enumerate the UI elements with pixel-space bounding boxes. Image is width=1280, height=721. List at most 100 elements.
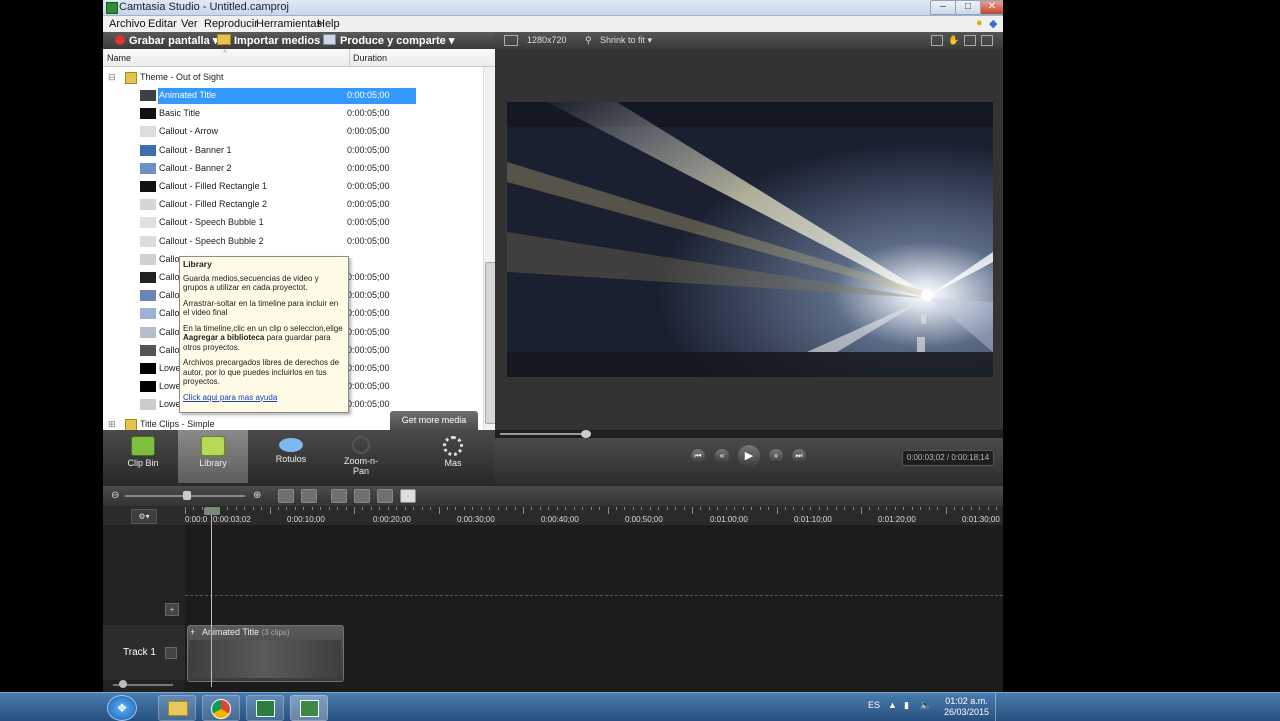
system-clock[interactable]: 01:02 a.m. 26/03/2015 — [944, 696, 989, 718]
zoom-fit-select[interactable]: Shrink to fit ▾ — [600, 35, 652, 46]
crop-icon[interactable] — [931, 35, 943, 46]
item-duration: 0:00:05;00 — [347, 399, 390, 410]
redo-icon[interactable] — [301, 489, 317, 503]
item-thumbnail-icon — [140, 162, 156, 174]
track-height-handle[interactable] — [119, 680, 127, 688]
library-item[interactable]: Callout - Banner 2 0:00:05;00 — [103, 160, 483, 178]
record-screen-button[interactable]: Grabar pantalla ▾ — [115, 34, 218, 47]
tooltip-help-link[interactable]: Click aqui para mas ayuda — [183, 393, 277, 402]
library-item[interactable]: Callout - Arrow 0:00:05;00 — [103, 123, 483, 141]
tab-zoom-n-pan[interactable]: Zoom-n-Pan — [326, 430, 396, 483]
library-item[interactable]: Basic Title 0:00:05;00 — [103, 105, 483, 123]
expand-group-icon[interactable]: + — [190, 627, 195, 637]
menu-ver[interactable]: Ver — [181, 18, 198, 30]
ruler-tick — [641, 507, 643, 510]
item-name: Lowe — [159, 399, 181, 410]
menu-herramientas[interactable]: Herramientas — [256, 18, 322, 30]
item-duration: 0:00:05;00 — [347, 290, 390, 301]
preview-scrubber[interactable] — [495, 430, 1003, 438]
show-desktop-button[interactable] — [995, 693, 1004, 721]
library-item[interactable]: Callout - Banner 1 0:00:05;00 — [103, 142, 483, 160]
play-button[interactable]: ▶ — [738, 445, 760, 467]
minimize-button[interactable]: – — [930, 0, 956, 15]
ruler-tick — [413, 507, 415, 510]
tab-clip-bin[interactable]: Clip Bin — [108, 430, 178, 483]
lock-icon[interactable] — [165, 647, 177, 659]
dimensions-icon[interactable] — [504, 35, 518, 46]
camtasia-studio-icon[interactable] — [290, 695, 328, 721]
column-name-header[interactable]: Name — [107, 53, 131, 63]
maximize-button[interactable]: □ — [955, 0, 981, 15]
ruler-tick — [692, 507, 693, 514]
timeline-settings-gear-icon[interactable]: ⚙▾ — [131, 509, 157, 524]
menu-help[interactable]: Help — [317, 18, 340, 30]
library-tooltip: Library Guarda medios,secuencias de vide… — [179, 256, 349, 413]
menu-reproducir[interactable]: Reproducir — [204, 18, 258, 30]
scrubber-handle[interactable] — [581, 430, 591, 438]
zoom-slider-handle[interactable] — [183, 491, 191, 500]
scrollbar-thumb[interactable] — [485, 262, 495, 424]
language-indicator[interactable]: ES — [868, 700, 880, 710]
pan-hand-icon[interactable]: ✋ — [948, 35, 959, 46]
show-hidden-icons[interactable]: ▲ — [888, 700, 897, 710]
ruler-tick — [303, 507, 305, 510]
import-media-button[interactable]: Importar medios — [217, 34, 320, 47]
main-toolbar: Grabar pantalla ▾ Importar medios Produc… — [103, 32, 495, 49]
produce-share-button[interactable]: Produce y comparte ▾ — [323, 34, 454, 47]
library-item[interactable]: Animated Title 0:00:05;00 — [103, 87, 483, 105]
item-duration: 0:00:05;00 — [347, 308, 390, 319]
playhead-handle[interactable] — [204, 507, 220, 515]
fast-forward-button[interactable]: » — [769, 449, 783, 463]
item-name: Callout - Filled Rectangle 1 — [159, 181, 268, 191]
tab-library[interactable]: Library — [178, 430, 248, 483]
library-item[interactable]: Callout - Filled Rectangle 2 0:00:05;00 — [103, 196, 483, 214]
playhead[interactable] — [211, 507, 212, 687]
item-thumbnail-icon — [140, 217, 156, 229]
library-item[interactable]: Callout - Filled Rectangle 1 0:00:05;00 — [103, 178, 483, 196]
rewind-button[interactable]: « — [715, 449, 729, 463]
skip-to-end-button[interactable]: ⏭ — [792, 449, 806, 463]
tab-mas[interactable]: Mas — [418, 430, 488, 483]
volume-icon[interactable]: 🔈 — [920, 700, 931, 711]
menu-archivo[interactable]: Archivo — [109, 18, 146, 30]
library-item[interactable]: Callout - Speech Bubble 2 0:00:05;00 — [103, 233, 483, 251]
close-button[interactable]: ✕ — [980, 0, 1003, 15]
camtasia-recorder-icon[interactable] — [246, 695, 284, 721]
file-explorer-icon[interactable] — [158, 695, 196, 721]
library-folder-theme[interactable]: ⊟ Theme - Out of Sight — [103, 69, 483, 87]
lightbulb-icon[interactable]: ● — [976, 17, 983, 29]
library-item[interactable]: Callout - Speech Bubble 1 0:00:05;00 — [103, 214, 483, 232]
copy-icon[interactable] — [377, 489, 393, 503]
item-thumbnail-icon — [140, 326, 156, 338]
cut-icon[interactable] — [331, 489, 347, 503]
undo-icon[interactable] — [278, 489, 294, 503]
library-scrollbar[interactable] — [483, 67, 495, 430]
video-preview-canvas[interactable] — [507, 102, 993, 377]
detach-icon[interactable] — [981, 35, 993, 46]
item-thumbnail-icon — [140, 144, 156, 156]
get-more-media-button[interactable]: Get more media — [390, 411, 478, 430]
windows-start-button[interactable]: ❖ — [107, 695, 137, 721]
fullscreen-icon[interactable] — [964, 35, 976, 46]
timeline-ruler[interactable]: 0:00:0 0:00:03;02 0:00:10;00 0:00:20;00 0:00… — [185, 507, 1003, 526]
ruler-tick-label: 0:01:10;00 — [794, 515, 832, 524]
collapse-toggle-icon[interactable]: ⊟ — [108, 72, 116, 83]
ruler-tick — [708, 507, 710, 510]
track-1-header: Track 1 — [103, 625, 185, 680]
help-icon[interactable]: ◆ — [989, 17, 997, 30]
editing-dimensions[interactable]: 1280x720 — [527, 35, 567, 45]
expand-toggle-icon[interactable]: ⊞ — [108, 419, 116, 430]
zoom-out-icon[interactable]: ⊖ — [111, 490, 119, 501]
menu-editar[interactable]: Editar — [148, 18, 177, 30]
skip-to-start-button[interactable]: ⏮ — [691, 449, 705, 463]
zoom-in-icon[interactable]: ⊕ — [253, 490, 261, 501]
column-duration-header[interactable]: Duration — [353, 53, 387, 63]
add-track-icon[interactable]: + — [165, 603, 179, 616]
split-icon[interactable] — [354, 489, 370, 503]
paste-icon[interactable] — [400, 489, 416, 503]
chrome-icon[interactable] — [202, 695, 240, 721]
ruler-tick — [835, 507, 837, 510]
network-icon[interactable]: ▮ — [904, 700, 909, 711]
tab-rotulos[interactable]: Rotulos — [256, 430, 326, 483]
item-name: Lowe — [159, 381, 181, 392]
